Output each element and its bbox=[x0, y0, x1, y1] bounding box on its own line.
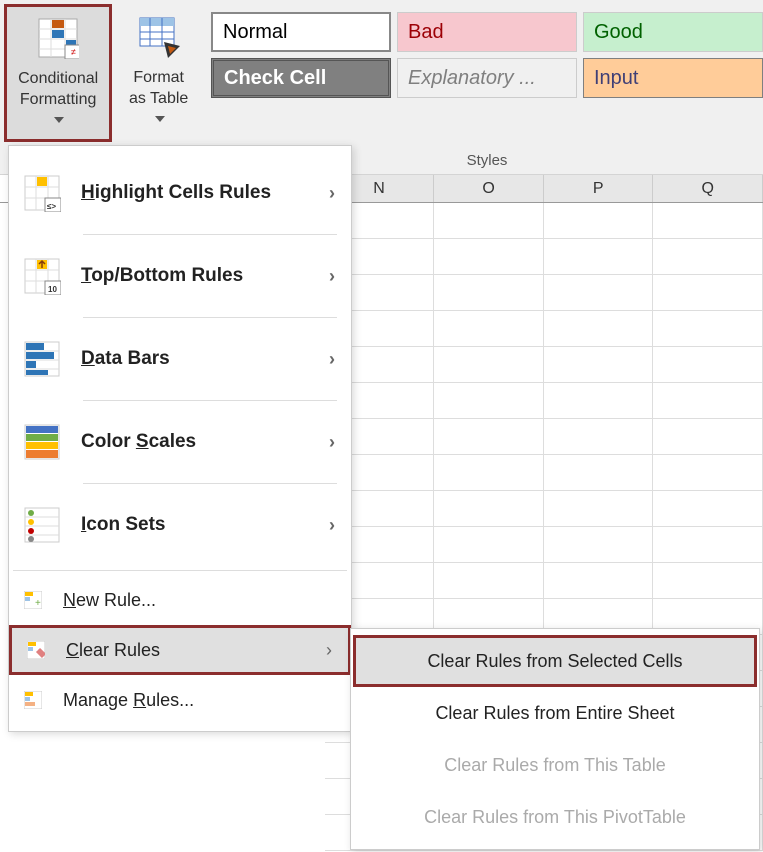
svg-text:≤>: ≤> bbox=[47, 202, 56, 211]
cell[interactable] bbox=[434, 239, 544, 275]
style-explanatory[interactable]: Explanatory ... bbox=[397, 58, 577, 98]
manage-rules-icon bbox=[23, 690, 43, 710]
menu-label: Highlight Cells Rules bbox=[81, 182, 271, 204]
menu-label: New Rule... bbox=[63, 590, 156, 611]
cell[interactable] bbox=[544, 563, 654, 599]
new-rule-icon: + bbox=[23, 590, 43, 610]
style-input[interactable]: Input bbox=[583, 58, 763, 98]
column-header[interactable]: Q bbox=[653, 175, 763, 202]
conditional-formatting-label: Conditional Formatting bbox=[15, 69, 101, 131]
cell[interactable] bbox=[544, 491, 654, 527]
chevron-right-icon: › bbox=[329, 432, 335, 453]
clear-rules-icon bbox=[26, 640, 46, 660]
cell[interactable] bbox=[544, 347, 654, 383]
menu-label: Data Bars bbox=[81, 348, 170, 370]
cell[interactable] bbox=[653, 275, 763, 311]
menu-clear-rules[interactable]: Clear Rules › bbox=[9, 625, 351, 675]
cell[interactable] bbox=[434, 455, 544, 491]
menu-color-scales[interactable]: Color Scales › bbox=[9, 401, 351, 483]
menu-label: Top/Bottom Rules bbox=[81, 265, 243, 287]
menu-highlight-cells-rules[interactable]: ≤> Highlight Cells Rules › bbox=[9, 152, 351, 234]
style-good[interactable]: Good bbox=[583, 12, 763, 52]
style-bad[interactable]: Bad bbox=[397, 12, 577, 52]
format-as-table-button[interactable]: Format as Table bbox=[116, 6, 201, 144]
cell[interactable] bbox=[544, 275, 654, 311]
cell[interactable] bbox=[434, 203, 544, 239]
cell[interactable] bbox=[544, 455, 654, 491]
submenu-clear-this-pivottable: Clear Rules from This PivotTable bbox=[351, 791, 759, 843]
submenu-label: Clear Rules from This Table bbox=[444, 755, 665, 776]
column-header[interactable]: O bbox=[434, 175, 544, 202]
cell[interactable] bbox=[434, 275, 544, 311]
submenu-clear-entire-sheet[interactable]: Clear Rules from Entire Sheet bbox=[351, 687, 759, 739]
menu-data-bars[interactable]: Data Bars › bbox=[9, 318, 351, 400]
conditional-formatting-button[interactable]: ≠ Conditional Formatting bbox=[4, 4, 112, 142]
style-check-cell[interactable]: Check Cell bbox=[211, 58, 391, 98]
cell[interactable] bbox=[653, 563, 763, 599]
submenu-label: Clear Rules from This PivotTable bbox=[424, 807, 686, 828]
cell[interactable] bbox=[434, 491, 544, 527]
chevron-right-icon: › bbox=[329, 183, 335, 204]
menu-icon-sets[interactable]: Icon Sets › bbox=[9, 484, 351, 566]
format-as-table-label: Format as Table bbox=[124, 68, 193, 130]
chevron-down-icon bbox=[155, 116, 165, 122]
chevron-right-icon: › bbox=[329, 266, 335, 287]
column-header[interactable]: P bbox=[544, 175, 654, 202]
cell[interactable] bbox=[434, 311, 544, 347]
conditional-formatting-icon: ≠ bbox=[37, 17, 79, 59]
cell[interactable] bbox=[653, 311, 763, 347]
cell[interactable] bbox=[653, 491, 763, 527]
highlight-cells-icon: ≤> bbox=[23, 174, 61, 212]
cell[interactable] bbox=[544, 239, 654, 275]
cell[interactable] bbox=[434, 347, 544, 383]
chevron-right-icon: › bbox=[329, 349, 335, 370]
cell[interactable] bbox=[653, 347, 763, 383]
conditional-formatting-menu: ≤> Highlight Cells Rules › 10 Top/Bottom… bbox=[8, 145, 352, 732]
svg-text:10: 10 bbox=[48, 285, 57, 294]
menu-new-rule[interactable]: + New Rule... bbox=[9, 575, 351, 625]
cell[interactable] bbox=[653, 203, 763, 239]
menu-top-bottom-rules[interactable]: 10 Top/Bottom Rules › bbox=[9, 235, 351, 317]
menu-label: Icon Sets bbox=[81, 514, 165, 536]
menu-label: Manage Rules... bbox=[63, 690, 194, 711]
submenu-clear-this-table: Clear Rules from This Table bbox=[351, 739, 759, 791]
cell[interactable] bbox=[653, 383, 763, 419]
menu-manage-rules[interactable]: Manage Rules... bbox=[9, 675, 351, 725]
top-bottom-icon: 10 bbox=[23, 257, 61, 295]
cell[interactable] bbox=[434, 419, 544, 455]
cell[interactable] bbox=[544, 311, 654, 347]
cell[interactable] bbox=[544, 419, 654, 455]
color-scales-icon bbox=[23, 423, 61, 461]
cell-styles-gallery: Normal Bad Good Check Cell Explanatory .… bbox=[211, 12, 763, 104]
cell[interactable] bbox=[544, 383, 654, 419]
chevron-down-icon bbox=[54, 117, 64, 123]
menu-label: Color Scales bbox=[81, 431, 196, 453]
cell[interactable] bbox=[653, 527, 763, 563]
svg-text:≠: ≠ bbox=[71, 47, 76, 57]
cell[interactable] bbox=[434, 527, 544, 563]
chevron-right-icon: › bbox=[326, 640, 332, 661]
format-as-table-icon bbox=[138, 16, 180, 58]
data-bars-icon bbox=[23, 340, 61, 378]
cell[interactable] bbox=[653, 419, 763, 455]
cell[interactable] bbox=[434, 563, 544, 599]
submenu-label: Clear Rules from Entire Sheet bbox=[435, 703, 674, 724]
chevron-right-icon: › bbox=[329, 515, 335, 536]
menu-label: Clear Rules bbox=[66, 640, 160, 661]
clear-rules-submenu: Clear Rules from Selected Cells Clear Ru… bbox=[350, 628, 760, 850]
styles-group-label: Styles bbox=[467, 152, 508, 169]
icon-sets-icon bbox=[23, 506, 61, 544]
style-normal[interactable]: Normal bbox=[211, 12, 391, 52]
svg-text:+: + bbox=[35, 598, 41, 609]
cell[interactable] bbox=[434, 383, 544, 419]
cell[interactable] bbox=[653, 455, 763, 491]
submenu-clear-selected-cells[interactable]: Clear Rules from Selected Cells bbox=[353, 635, 757, 687]
cell[interactable] bbox=[653, 239, 763, 275]
cell[interactable] bbox=[544, 527, 654, 563]
submenu-label: Clear Rules from Selected Cells bbox=[427, 651, 682, 672]
cell[interactable] bbox=[544, 203, 654, 239]
